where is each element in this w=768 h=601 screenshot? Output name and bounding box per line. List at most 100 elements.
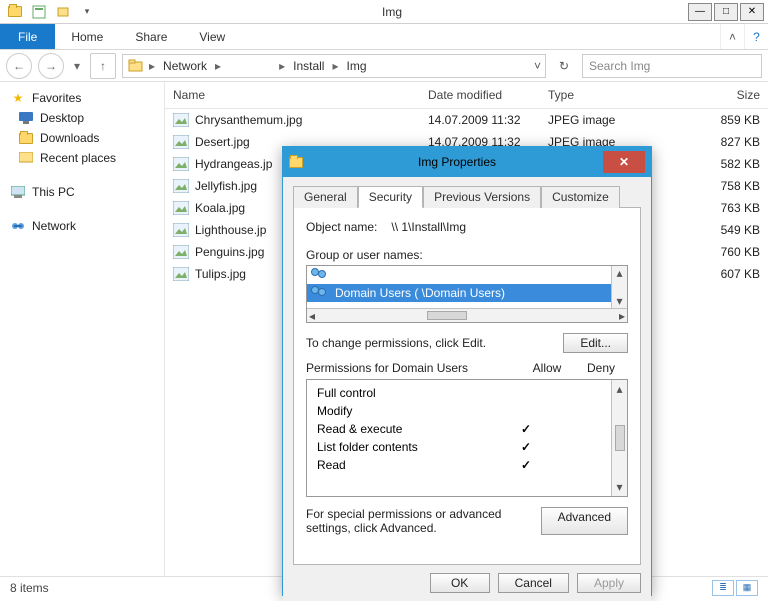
allow-cell [499, 404, 553, 418]
allow-cell [499, 440, 553, 454]
file-name: Koala.jpg [195, 201, 245, 215]
tab-home[interactable]: Home [55, 24, 119, 49]
history-dropdown-icon[interactable]: ▾ [70, 53, 84, 79]
maximize-button[interactable]: □ [714, 3, 738, 21]
dialog-titlebar[interactable]: Img Properties ✕ [283, 147, 651, 177]
apply-button[interactable]: Apply [577, 573, 641, 593]
crumb-img[interactable]: Img [343, 59, 371, 73]
ribbon-collapse-icon[interactable]: ˄ [720, 24, 744, 49]
image-file-icon [173, 223, 189, 237]
group-row[interactable] [307, 266, 627, 284]
up-button[interactable]: ↑ [90, 53, 116, 79]
file-size: 607 KB [650, 261, 768, 287]
dialog-actions: OK Cancel Apply [283, 565, 651, 601]
navigation-pane: ★ Favorites Desktop Downloads Recent pla… [0, 82, 165, 576]
image-file-icon [173, 157, 189, 171]
ok-button[interactable]: OK [430, 573, 490, 593]
deny-cell [553, 422, 607, 436]
address-bar[interactable]: ▸ Network ▸ ▸ Install ▸ Img ˅ [122, 54, 546, 78]
deny-cell [553, 458, 607, 472]
horizontal-scrollbar[interactable]: ◂▸ [307, 308, 627, 322]
icons-view-button[interactable]: ▦ [736, 580, 758, 596]
permission-name: Modify [317, 404, 499, 418]
file-name: Desert.jpg [195, 135, 250, 149]
crumb-network[interactable]: Network [159, 59, 211, 73]
deny-cell [553, 404, 607, 418]
tab-previous-versions[interactable]: Previous Versions [423, 186, 541, 208]
chevron-right-icon[interactable]: ▸ [149, 59, 155, 73]
object-name-label: Object name: [306, 220, 377, 234]
permission-row: Read & execute [317, 420, 607, 438]
qat-dropdown-icon[interactable] [52, 2, 74, 22]
address-dropdown-icon[interactable]: ˅ [534, 59, 541, 73]
col-name[interactable]: Name [165, 82, 420, 108]
network-label: Network [32, 219, 76, 233]
sidebar-favorites[interactable]: ★ Favorites [4, 88, 160, 108]
star-icon: ★ [10, 91, 26, 105]
back-button[interactable]: ← [6, 53, 32, 79]
deny-header: Deny [574, 361, 628, 375]
sidebar-item-recent[interactable]: Recent places [4, 148, 160, 168]
edit-hint: To change permissions, click Edit. [306, 336, 563, 350]
tab-general[interactable]: General [293, 186, 358, 208]
details-view-button[interactable]: ≣ [712, 580, 734, 596]
vertical-scrollbar[interactable]: ▴▾ [611, 266, 627, 308]
sidebar-item-label: Downloads [40, 131, 99, 145]
advanced-hint: For special permissions or advanced sett… [306, 507, 531, 535]
file-tab[interactable]: File [0, 24, 55, 49]
minimize-button[interactable]: — [688, 3, 712, 21]
image-file-icon [173, 267, 189, 281]
pc-icon [10, 185, 26, 199]
file-name: Chrysanthemum.jpg [195, 113, 302, 127]
ribbon: File Home Share View ˄ ? [0, 24, 768, 50]
forward-button[interactable]: → [38, 53, 64, 79]
permission-row: Full control [317, 384, 607, 402]
network-icon [10, 219, 26, 233]
object-name-value: \\ 1\Install\Img [391, 220, 466, 234]
tab-view[interactable]: View [183, 24, 241, 49]
chevron-right-icon[interactable]: ▸ [332, 59, 338, 73]
col-date[interactable]: Date modified [420, 82, 540, 108]
image-file-icon [173, 245, 189, 259]
permission-name: Full control [317, 386, 499, 400]
close-button[interactable]: ✕ [740, 3, 764, 21]
tab-share[interactable]: Share [119, 24, 183, 49]
advanced-button[interactable]: Advanced [541, 507, 628, 535]
vertical-scrollbar[interactable]: ▴▾ [611, 380, 627, 496]
group-user-list[interactable]: Domain Users ( \Domain Users) ▴▾ ◂▸ [306, 265, 628, 323]
refresh-button[interactable]: ↻ [552, 54, 576, 78]
column-headers: Name Date modified Type Size [165, 82, 768, 109]
allow-cell [499, 422, 553, 436]
allow-header: Allow [520, 361, 574, 375]
permission-name: Read [317, 458, 499, 472]
cancel-button[interactable]: Cancel [498, 573, 569, 593]
file-name: Lighthouse.jp [195, 223, 266, 237]
permissions-label: Permissions for Domain Users [306, 361, 520, 375]
favorites-label: Favorites [32, 91, 81, 105]
sidebar-item-desktop[interactable]: Desktop [4, 108, 160, 128]
folder-icon [289, 157, 303, 168]
qat-overflow-icon[interactable]: ▾ [76, 2, 98, 22]
help-icon[interactable]: ? [744, 24, 768, 49]
this-pc-label: This PC [32, 185, 75, 199]
col-type[interactable]: Type [540, 82, 650, 108]
chevron-right-icon[interactable]: ▸ [215, 59, 221, 73]
qat-folder-icon[interactable] [4, 2, 26, 22]
dialog-close-button[interactable]: ✕ [603, 151, 645, 173]
search-input[interactable]: Search Img [582, 54, 762, 78]
permissions-table: Full controlModifyRead & executeList fol… [306, 379, 628, 497]
sidebar-this-pc[interactable]: This PC [4, 182, 160, 202]
crumb-install[interactable]: Install [289, 59, 328, 73]
group-row[interactable]: Domain Users ( \Domain Users) [307, 284, 627, 302]
tab-customize[interactable]: Customize [541, 186, 620, 208]
desktop-icon [18, 111, 34, 125]
deny-cell [553, 440, 607, 454]
qat-properties-icon[interactable] [28, 2, 50, 22]
tab-security[interactable]: Security [358, 186, 423, 208]
chevron-right-icon[interactable]: ▸ [279, 59, 285, 73]
edit-button[interactable]: Edit... [563, 333, 628, 353]
sidebar-network[interactable]: Network [4, 216, 160, 236]
dialog-tabs: General Security Previous Versions Custo… [293, 185, 641, 207]
sidebar-item-downloads[interactable]: Downloads [4, 128, 160, 148]
col-size[interactable]: Size [650, 82, 768, 108]
